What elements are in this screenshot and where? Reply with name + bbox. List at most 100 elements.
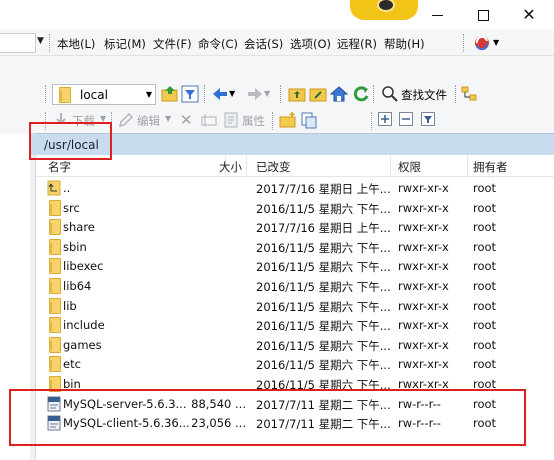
folder-row[interactable]: lib64 2016/11/5 星期六 下午... rwxr-xr-x root <box>36 276 554 296</box>
menu-file[interactable]: 文件(F) <box>153 36 192 52</box>
toolbar-grip[interactable] <box>371 112 374 130</box>
toolbar-grip[interactable] <box>49 34 52 52</box>
file-permissions: rwxr-xr-x <box>398 318 449 333</box>
title-decoration <box>350 0 418 20</box>
file-permissions: rwxr-xr-x <box>398 181 449 195</box>
toolbar-grip[interactable] <box>455 85 458 103</box>
open-folder-icon[interactable] <box>161 85 179 103</box>
file-owner: root <box>473 200 497 215</box>
chevron-down-icon[interactable]: ▼ <box>165 114 171 123</box>
file-modified: 2016/11/5 星期六 下午... <box>256 240 391 255</box>
folder-icon <box>49 317 61 334</box>
menu-local[interactable]: 本地(L) <box>57 36 95 52</box>
folder-row[interactable]: lib 2016/11/5 星期六 下午... rwxr-xr-x root <box>36 296 554 316</box>
toolbar-grip[interactable] <box>373 85 376 103</box>
file-permissions: rwxr-xr-x <box>398 337 449 352</box>
chevron-down-icon[interactable]: ▼ <box>264 89 270 98</box>
address-input[interactable] <box>0 33 36 53</box>
file-owner: root <box>473 318 497 333</box>
column-header-owner[interactable]: 拥有者 <box>468 155 554 177</box>
forward-arrow-icon[interactable] <box>246 85 264 103</box>
copy-path-icon[interactable] <box>300 111 318 129</box>
chevron-down-icon[interactable]: ▼ <box>37 36 44 46</box>
file-permissions: rwxr-xr-x <box>398 259 449 274</box>
toolbar-grip[interactable] <box>204 85 207 103</box>
properties-label[interactable]: 属性 <box>242 113 265 129</box>
find-files-icon[interactable] <box>381 85 399 103</box>
menu-command[interactable]: 命令(C) <box>198 36 238 52</box>
location-combo[interactable]: local ▼ <box>52 84 156 105</box>
file-owner: root <box>473 181 497 195</box>
root-directory-icon[interactable] <box>309 85 327 103</box>
properties-icon[interactable] <box>222 111 240 129</box>
folder-icon <box>49 336 61 353</box>
path-bar[interactable]: /usr/local <box>36 133 554 155</box>
close-button[interactable]: ✕ <box>506 4 552 26</box>
menu-remote[interactable]: 远程(R) <box>337 36 377 52</box>
toolbar-grip[interactable] <box>463 34 466 52</box>
winscp-window: ✕ ▼ 本地(L) 标记(M) 文件(F) 命令(C) 会话(S) 选项(O) … <box>0 0 554 460</box>
column-header-permissions[interactable]: 权限 <box>391 155 468 177</box>
chevron-down-icon[interactable]: ▼ <box>229 89 235 98</box>
toolbar-grip[interactable] <box>272 112 275 130</box>
new-folder-icon[interactable] <box>279 111 297 129</box>
home-icon[interactable] <box>330 85 348 103</box>
file-owner: root <box>473 220 497 235</box>
file-modified: 2017/7/16 星期日 上午... <box>256 182 391 196</box>
file-permissions: rwxr-xr-x <box>398 239 449 254</box>
file-modified: 2016/11/5 星期六 下午... <box>256 299 391 314</box>
menu-options[interactable]: 选项(O) <box>290 36 331 52</box>
chevron-down-icon[interactable]: ▼ <box>146 90 152 99</box>
file-name: share <box>63 220 95 235</box>
file-name: etc <box>63 357 81 372</box>
chevron-down-icon[interactable]: ▼ <box>493 38 499 47</box>
file-owner: root <box>473 259 497 274</box>
menu-help[interactable]: 帮助(H) <box>384 36 425 52</box>
file-name: src <box>63 200 80 215</box>
select-all-icon[interactable] <box>378 112 392 126</box>
filter-select-icon[interactable] <box>421 112 435 126</box>
parent-directory-icon[interactable] <box>288 85 306 103</box>
file-name: sbin <box>63 239 87 254</box>
file-modified: 2016/11/5 星期六 下午... <box>256 280 391 294</box>
deselect-icon[interactable] <box>399 112 413 126</box>
file-permissions: rwxr-xr-x <box>398 357 449 372</box>
refresh-icon[interactable] <box>352 85 370 103</box>
folder-row[interactable]: src 2016/11/5 星期六 下午... rwxr-xr-x root <box>36 198 554 218</box>
file-modified: 2016/11/5 星期六 下午... <box>256 319 391 334</box>
folder-icon <box>49 219 61 236</box>
folder-icon <box>49 199 61 216</box>
filter-icon[interactable] <box>181 85 199 103</box>
toolbar-grip[interactable] <box>45 85 48 103</box>
minimize-button[interactable] <box>414 4 460 26</box>
toolbar-grip[interactable] <box>280 85 283 103</box>
rename-icon[interactable] <box>200 111 218 129</box>
location-value: local <box>80 88 108 102</box>
edit-icon[interactable] <box>117 111 135 129</box>
folder-row[interactable]: games 2016/11/5 星期六 下午... rwxr-xr-x root <box>36 335 554 355</box>
title-bar: ✕ <box>0 0 554 30</box>
folder-row[interactable]: etc 2016/11/5 星期六 下午... rwxr-xr-x root <box>36 354 554 374</box>
maximize-button[interactable] <box>460 4 506 26</box>
folder-row[interactable]: .. 2017/7/16 星期日 上午... rwxr-xr-x root <box>36 178 554 198</box>
toolbar-band <box>0 56 554 80</box>
menu-mark[interactable]: 标记(M) <box>104 36 146 52</box>
tree-view-icon[interactable] <box>460 85 478 103</box>
sync-icon[interactable] <box>473 34 491 52</box>
menu-session[interactable]: 会话(S) <box>244 36 283 52</box>
find-files-label[interactable]: 查找文件 <box>401 87 447 103</box>
folder-row[interactable]: share 2017/7/16 星期日 上午... rwxr-xr-x root <box>36 217 554 237</box>
folder-row[interactable]: include 2016/11/5 星期六 下午... rwxr-xr-x root <box>36 315 554 335</box>
folder-row[interactable]: sbin 2016/11/5 星期六 下午... rwxr-xr-x root <box>36 237 554 257</box>
folder-row[interactable]: libexec 2016/11/5 星期六 下午... rwxr-xr-x root <box>36 256 554 276</box>
file-list-header: 名字 大小 已改变 权限 拥有者 <box>36 155 554 177</box>
back-arrow-icon[interactable] <box>211 85 229 103</box>
edit-label[interactable]: 编辑 <box>137 113 160 129</box>
file-owner: root <box>473 239 497 254</box>
column-header-size[interactable]: 大小 <box>186 155 247 177</box>
column-header-modified[interactable]: 已改变 <box>247 155 391 177</box>
file-modified: 2017/7/16 星期日 上午... <box>256 221 391 236</box>
file-permissions: rwxr-xr-x <box>398 298 449 313</box>
folder-icon <box>49 297 61 314</box>
delete-icon[interactable]: ✕ <box>180 111 193 129</box>
